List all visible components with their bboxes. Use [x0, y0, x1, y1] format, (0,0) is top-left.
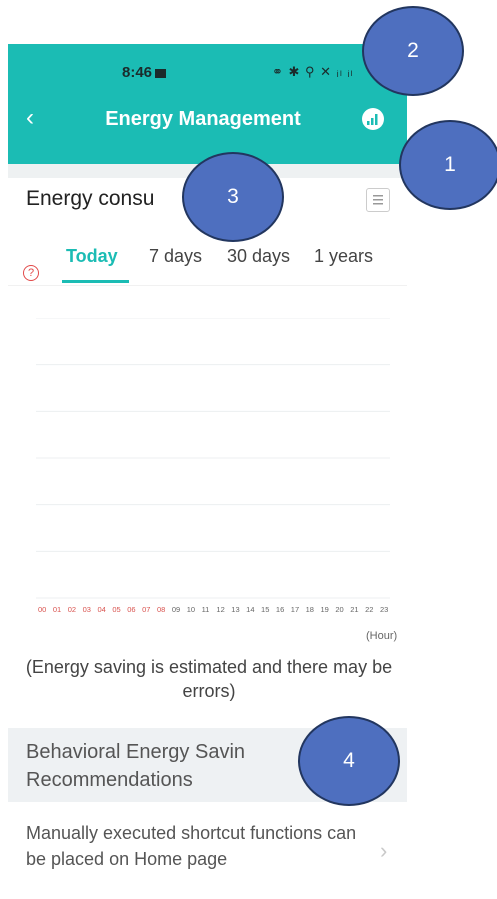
x-tick-label: 10	[187, 605, 195, 614]
chevron-right-icon[interactable]: ›	[380, 838, 387, 864]
x-tick-label: 08	[157, 605, 165, 614]
status-bar: 8:46 ⚭ ✱ ⚲ ✕ ᵢₗ ᵢₗ	[8, 44, 407, 100]
recommendation-item[interactable]: Manually executed shortcut functions can…	[26, 820, 366, 872]
x-tick-label: 01	[53, 605, 61, 614]
page-title: Energy Management	[105, 108, 301, 130]
tab-1-years[interactable]: 1 years	[314, 246, 373, 267]
x-tick-label: 14	[246, 605, 254, 614]
x-tick-label: 00	[38, 605, 46, 614]
tab-7-days[interactable]: 7 days	[149, 246, 202, 267]
x-tick-label: 05	[112, 605, 120, 614]
tab-today[interactable]: Today	[66, 246, 118, 267]
x-tick-label: 07	[142, 605, 150, 614]
x-tick-label: 11	[202, 605, 210, 614]
x-tick-label: 02	[68, 605, 76, 614]
status-time: 8:46	[122, 64, 167, 81]
x-tick-label: 16	[276, 605, 284, 614]
x-tick-label: 21	[350, 605, 358, 614]
energy-consumption-title: Energy consu	[26, 187, 155, 210]
x-tick-label: 17	[291, 605, 299, 614]
x-tick-label: 12	[216, 605, 224, 614]
x-tick-label: 03	[83, 605, 91, 614]
estimate-note: (Energy saving is estimated and there ma…	[25, 657, 393, 701]
statistics-button[interactable]	[362, 108, 384, 130]
energy-chart: 00 01 02 03 04 05 06 07 08 09 10 11 12 13 14 15 16 17 18 19…	[36, 318, 390, 614]
x-tick-label: 09	[172, 605, 180, 614]
x-tick-label: 04	[97, 605, 105, 614]
x-tick-label: 06	[127, 605, 135, 614]
callout-4: 4	[298, 716, 400, 806]
callout-2: 2	[362, 6, 464, 96]
callout-3: 3	[182, 152, 284, 242]
x-tick-label: 15	[261, 605, 269, 614]
active-tab-indicator	[62, 280, 129, 283]
status-icons: ⚭ ✱ ⚲ ✕ ᵢₗ ᵢₗ	[272, 64, 354, 79]
callout-1: 1	[399, 120, 497, 210]
signal-bars-icon	[367, 114, 378, 125]
app-header: 8:46 ⚭ ✱ ⚲ ✕ ᵢₗ ᵢₗ ‹ Energy Management	[8, 44, 407, 164]
tab-30-days[interactable]: 30 days	[227, 246, 290, 267]
x-tick-label: 13	[231, 605, 239, 614]
tabs-divider	[8, 285, 407, 286]
x-tick-label: 22	[365, 605, 373, 614]
help-icon[interactable]: ?	[23, 265, 39, 281]
back-button[interactable]: ‹	[26, 106, 34, 130]
x-tick-label: 18	[306, 605, 314, 614]
x-tick-label: 20	[335, 605, 343, 614]
x-axis-label: (Hour)	[366, 630, 398, 642]
list-icon[interactable]	[366, 188, 390, 212]
x-tick-label: 23	[380, 605, 388, 614]
x-tick-label: 19	[321, 605, 329, 614]
